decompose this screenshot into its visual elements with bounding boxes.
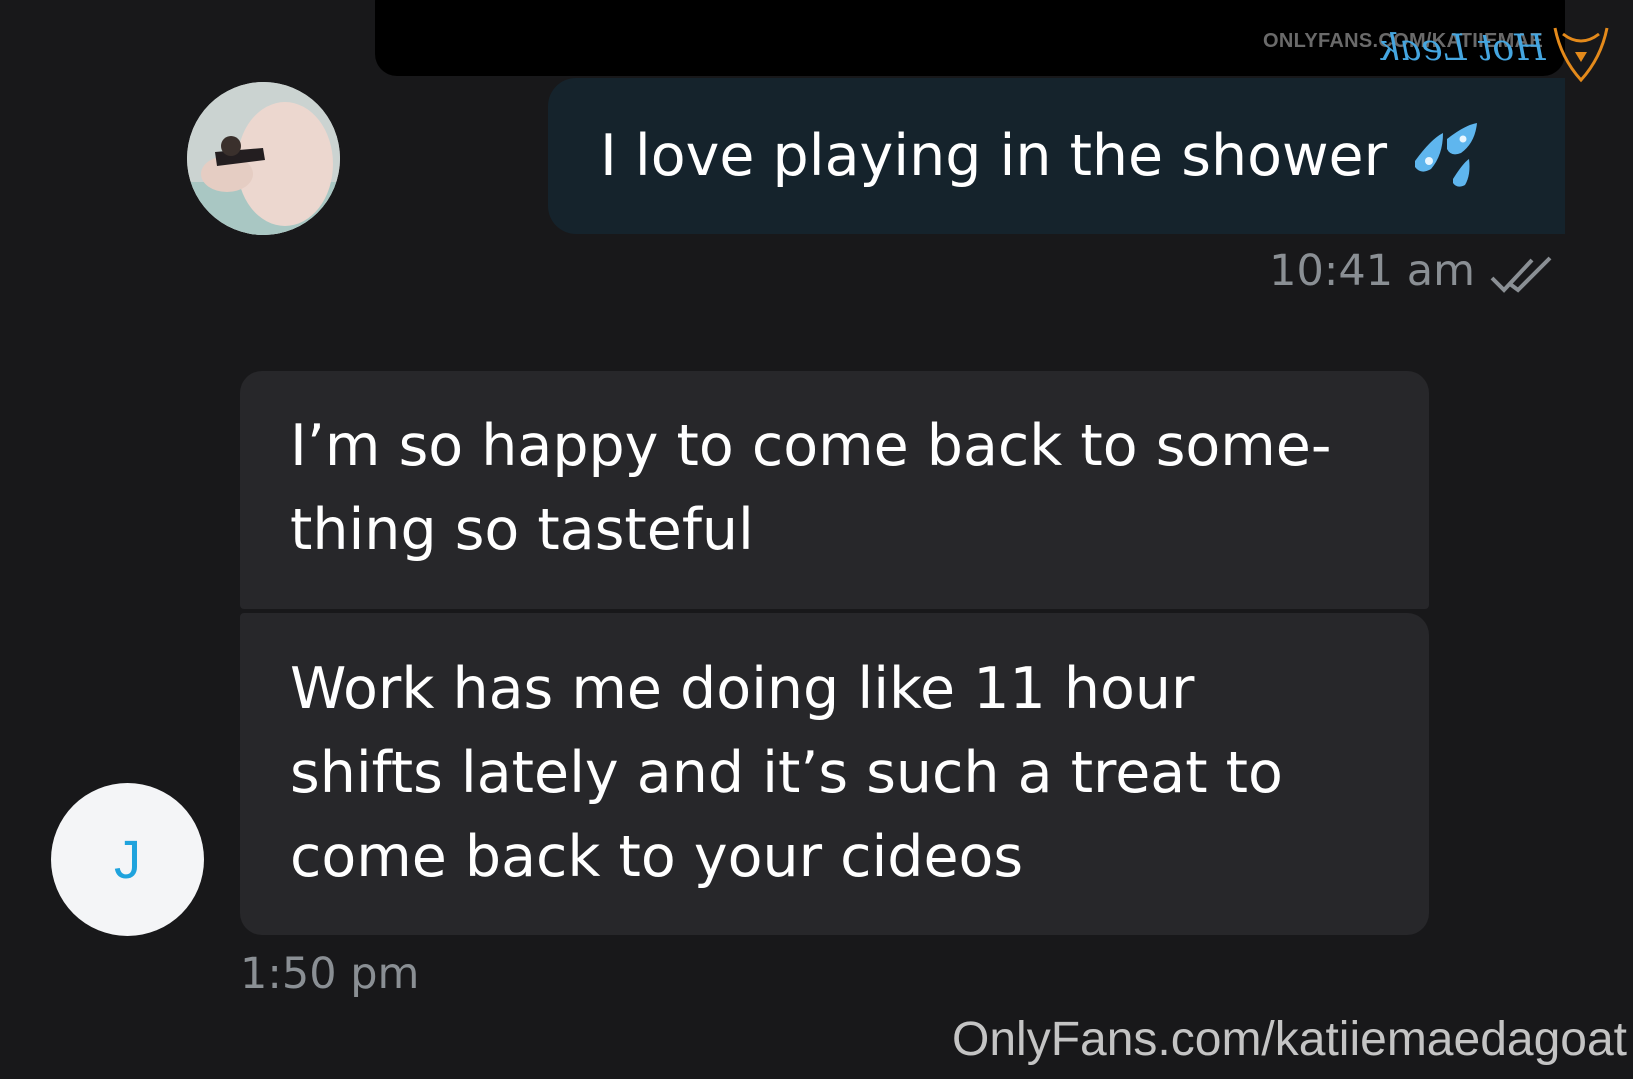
incoming-timestamp: 1:50 pm — [240, 949, 420, 999]
message-line: I’m so happy to come back to some- — [290, 413, 1332, 479]
message-line: come back to your cideos — [290, 824, 1024, 890]
double-check-icon — [1490, 256, 1552, 293]
sweat-droplets-icon — [1415, 123, 1478, 187]
incoming-message-bubble[interactable]: I’m so happy to come back to some- thing… — [240, 371, 1429, 609]
outgoing-message-text: I love playing in the shower — [600, 123, 1388, 189]
avatar-photo-image — [187, 82, 340, 235]
watermark-bottom: OnlyFans.com/katiiemaedagoat — [952, 1013, 1627, 1066]
overlay-logo-text: Hot Leak — [1377, 28, 1545, 69]
outgoing-message-bubble[interactable]: I love playing in the shower — [548, 78, 1565, 234]
creator-avatar[interactable] — [187, 82, 340, 235]
fan-avatar[interactable]: J — [51, 783, 204, 936]
message-line: thing so tasteful — [290, 497, 754, 563]
incoming-message-bubble[interactable]: Work has me doing like 11 hour shifts la… — [240, 613, 1429, 935]
avatar-initial: J — [114, 829, 141, 890]
message-line: shifts lately and it’s such a treat to — [290, 740, 1283, 806]
outgoing-timestamp: 10:41 am — [1269, 246, 1475, 296]
chat-screen: ONLYFANS.COM/KATIIEMAE Hot Leak I love p… — [0, 0, 1633, 1079]
message-line: Work has me doing like 11 hour — [290, 656, 1195, 722]
